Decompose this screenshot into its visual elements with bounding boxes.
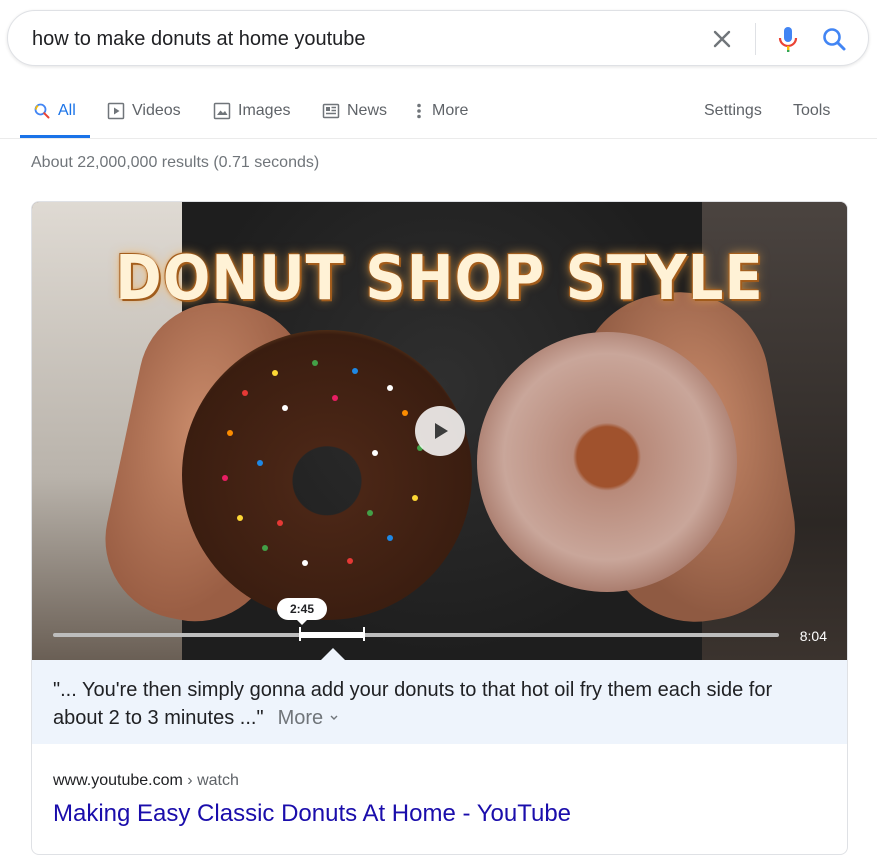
result-breadcrumb: › watch xyxy=(182,772,239,789)
result-title-link[interactable]: Making Easy Classic Donuts At Home - You… xyxy=(53,800,571,828)
play-square-icon xyxy=(106,101,126,121)
voice-search-button[interactable] xyxy=(772,23,804,55)
tab-more[interactable]: More xyxy=(412,84,468,138)
microphone-icon xyxy=(778,27,798,52)
close-icon xyxy=(713,30,731,48)
play-button[interactable] xyxy=(415,406,465,456)
key-moment-segment[interactable] xyxy=(300,632,364,638)
search-divider xyxy=(755,23,756,55)
video-thumbnail[interactable]: DONUT SHOP STYLE 2:45 8:04 xyxy=(32,202,847,660)
tab-news[interactable]: News xyxy=(321,84,387,138)
tab-all[interactable]: All xyxy=(20,84,90,138)
tab-label: Videos xyxy=(132,102,181,119)
result-domain: www.youtube.com xyxy=(53,772,183,789)
segment-end-tick xyxy=(363,627,365,641)
glazed-donut xyxy=(477,332,737,592)
tab-label: All xyxy=(58,102,76,119)
search-button[interactable] xyxy=(818,23,850,55)
newspaper-icon xyxy=(321,101,341,121)
clear-button[interactable] xyxy=(708,25,736,53)
search-bar xyxy=(7,10,869,66)
tab-label: Images xyxy=(238,102,291,119)
snippet-text: "... You're then simply gonna add your d… xyxy=(53,679,773,729)
settings-link[interactable]: Settings xyxy=(704,84,762,138)
video-result-card: DONUT SHOP STYLE 2:45 8:04 "... You're t… xyxy=(31,201,848,855)
more-button[interactable]: More xyxy=(278,707,339,729)
snippet-pointer xyxy=(321,648,345,660)
transcript-snippet: "... You're then simply gonna add your d… xyxy=(32,660,847,744)
video-duration: 8:04 xyxy=(799,628,827,644)
result-stats: About 22,000,000 results (0.71 seconds) xyxy=(31,154,320,171)
video-overlay-title: DONUT SHOP STYLE xyxy=(115,242,764,315)
tab-label: More xyxy=(432,102,469,119)
tab-label: News xyxy=(347,102,388,119)
vertical-dots-icon xyxy=(412,101,426,121)
timestamp-bubble: 2:45 xyxy=(277,598,327,625)
tab-videos[interactable]: Videos xyxy=(106,84,181,138)
image-icon xyxy=(212,101,232,121)
tools-link[interactable]: Tools xyxy=(793,84,830,138)
more-label: More xyxy=(277,707,324,729)
search-icon xyxy=(823,28,846,51)
search-icon xyxy=(32,101,52,121)
segment-start-tick xyxy=(299,627,301,641)
result-url: www.youtube.com › watch xyxy=(53,772,239,790)
play-icon xyxy=(435,423,448,439)
chevron-down-icon xyxy=(330,715,338,720)
search-input[interactable] xyxy=(32,25,672,53)
search-tabs: All Videos Images News More Settings Too… xyxy=(0,84,877,139)
video-progress-track[interactable] xyxy=(53,633,779,637)
chocolate-sprinkle-donut xyxy=(182,330,472,620)
tab-images[interactable]: Images xyxy=(212,84,290,138)
